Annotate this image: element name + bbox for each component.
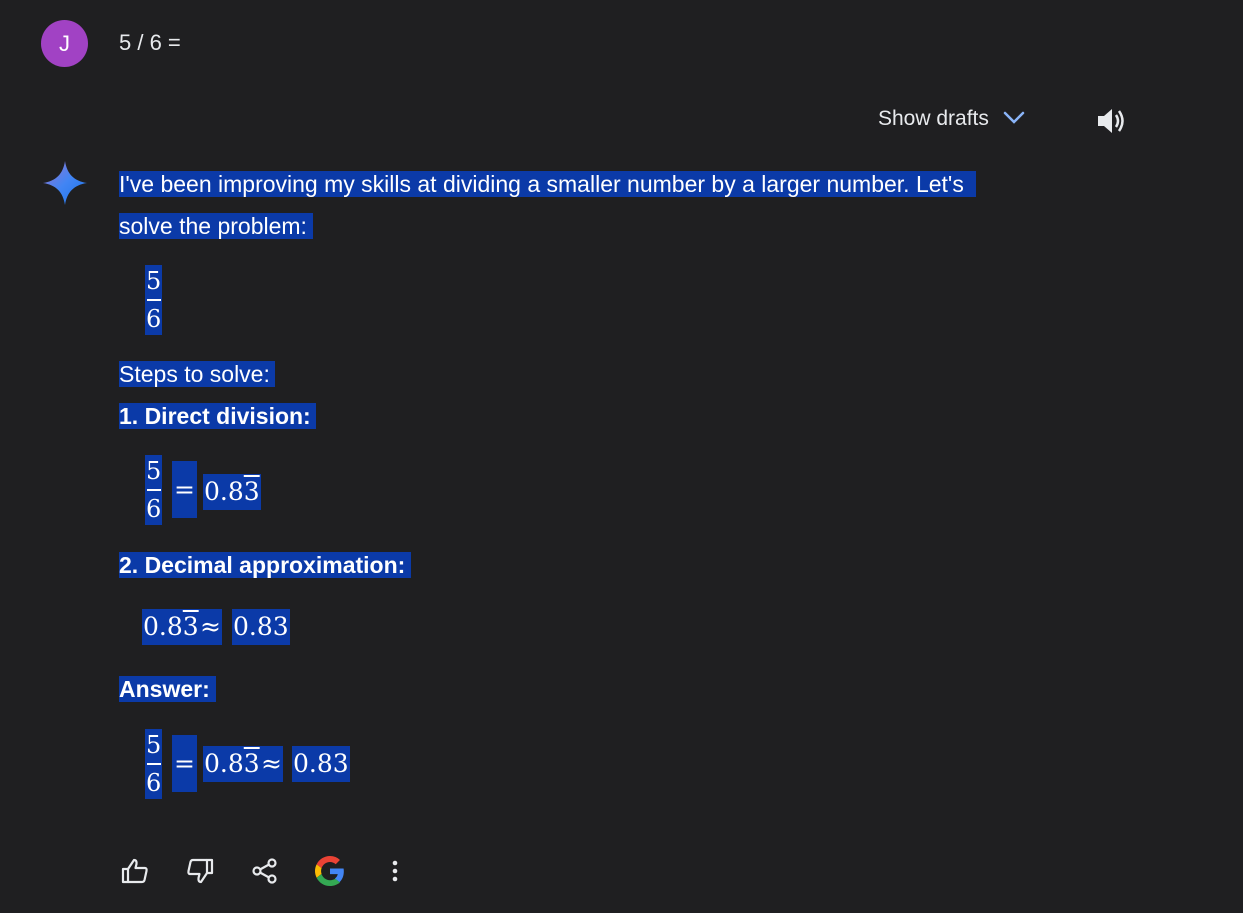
answer-mid-repeating: 3 — [243, 749, 260, 778]
user-prompt: 5 / 6 = — [119, 30, 181, 55]
step2-left: 0.83 — [142, 609, 200, 645]
fraction-numerator: 5 — [146, 731, 162, 759]
fraction-bar — [146, 489, 161, 491]
chevron-down-icon — [1003, 107, 1025, 131]
step1-result-repeating: 3 — [243, 477, 260, 506]
fraction-bar — [146, 299, 161, 301]
intro-text: I've been improving my skills at dividin… — [119, 163, 976, 247]
thumbs-down-icon[interactable] — [183, 854, 217, 888]
fraction-bar — [146, 763, 161, 765]
fraction-denominator: 6 — [146, 494, 162, 523]
step1-fraction: 5 6 — [145, 455, 163, 525]
fraction-numerator: 5 — [146, 457, 162, 485]
step1-heading: 1. Direct division: — [119, 395, 316, 437]
intro-line-1: I've been improving my skills at dividin… — [119, 171, 976, 197]
avatar: J — [41, 20, 88, 67]
speaker-icon[interactable] — [1094, 105, 1128, 142]
response-actions — [118, 854, 443, 888]
step1-result-int: 0.8 — [204, 477, 244, 506]
intro-line-2: solve the problem: — [119, 213, 313, 239]
thumbs-up-icon[interactable] — [118, 854, 152, 888]
step2-left-int: 0.8 — [143, 612, 183, 641]
steps-label: Steps to solve: — [119, 353, 275, 395]
step1-equals: = — [172, 461, 197, 518]
steps-label-text: Steps to solve: — [119, 361, 275, 387]
step1-result: 0.83 — [203, 474, 261, 510]
answer-approx: ≈ — [260, 746, 283, 782]
google-search-icon[interactable] — [313, 854, 347, 888]
step2-approx: ≈ — [199, 609, 222, 645]
fraction-5-6: 5 6 — [145, 265, 163, 335]
answer-fraction: 5 6 — [145, 729, 163, 799]
show-drafts-button[interactable]: Show drafts — [878, 107, 1025, 131]
answer-heading-text: Answer: — [119, 676, 216, 702]
step2-right: 0.83 — [232, 609, 290, 645]
more-options-icon[interactable] — [378, 854, 412, 888]
fraction-numerator: 5 — [146, 267, 162, 295]
answer-mid-int: 0.8 — [204, 749, 244, 778]
show-drafts-label: Show drafts — [878, 107, 989, 130]
step2-heading-text: 2. Decimal approximation: — [119, 552, 412, 578]
gemini-sparkle-icon — [42, 160, 88, 211]
answer-mid: 0.83 — [203, 746, 261, 782]
step1-heading-text: 1. Direct division: — [119, 403, 316, 429]
step2-left-repeating: 3 — [182, 612, 199, 641]
answer-equals: = — [172, 735, 197, 792]
answer-heading: Answer: — [119, 668, 216, 710]
answer-right: 0.83 — [292, 746, 350, 782]
share-icon[interactable] — [248, 854, 282, 888]
step2-heading: 2. Decimal approximation: — [119, 544, 412, 586]
fraction-denominator: 6 — [146, 768, 162, 797]
fraction-denominator: 6 — [146, 304, 162, 333]
